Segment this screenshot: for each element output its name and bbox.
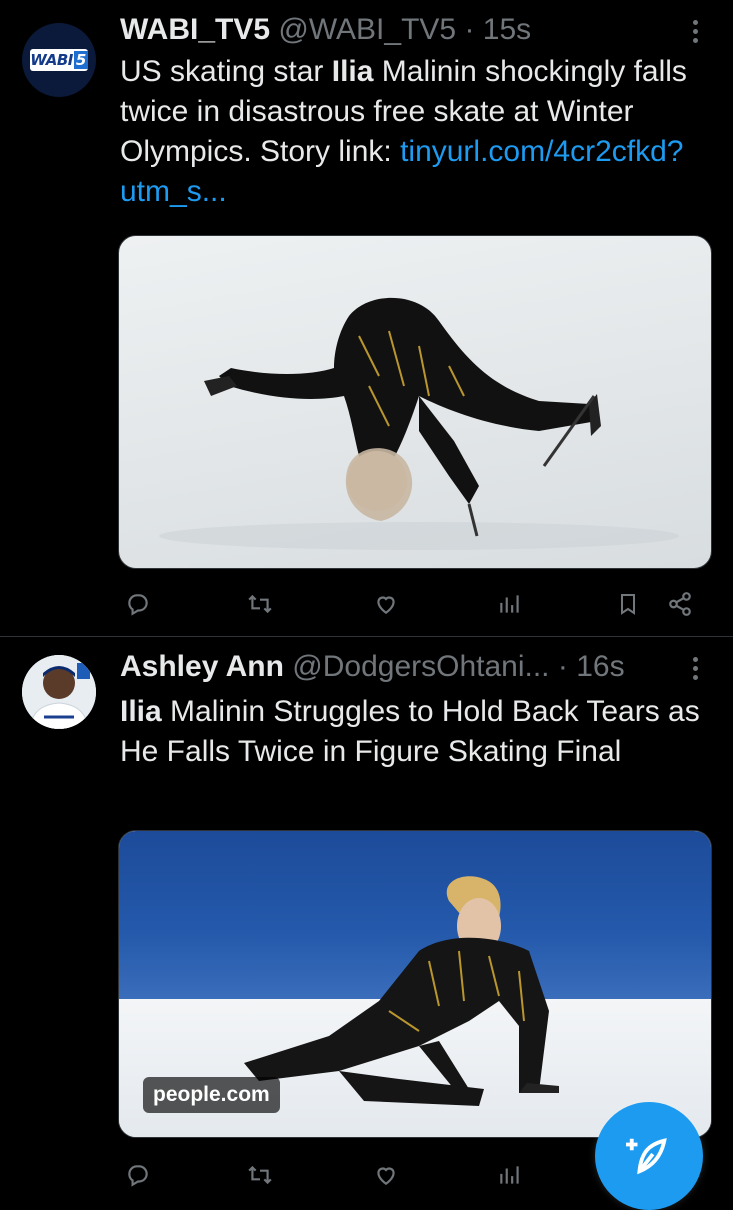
reply-icon[interactable] — [118, 584, 158, 624]
display-name[interactable]: WABI_TV5 — [120, 13, 270, 46]
tweet-text-bold: Ilia — [331, 55, 374, 88]
like-icon[interactable] — [366, 584, 406, 624]
retweet-icon[interactable] — [240, 1155, 280, 1195]
retweet-icon[interactable] — [240, 584, 280, 624]
more-options-icon[interactable] — [685, 16, 705, 46]
separator-dot: · — [464, 13, 475, 46]
tweet-actions — [118, 584, 703, 624]
timestamp[interactable]: 15s — [483, 13, 531, 46]
reply-icon[interactable] — [118, 1155, 158, 1195]
tweet-text-part: Malinin Struggles to Hold Back Tears as … — [120, 695, 700, 768]
wabi-logo: WABI 5 — [30, 49, 88, 71]
separator-dot: · — [557, 650, 568, 683]
views-icon[interactable] — [490, 1155, 530, 1195]
bookmark-icon[interactable] — [608, 584, 648, 624]
tweet-text: US skating star Ilia Malinin shockingly … — [120, 52, 703, 212]
tweet-header: Ashley Ann @DodgersOhtani... · 16s — [120, 647, 703, 687]
more-options-icon[interactable] — [685, 653, 705, 683]
media-source-badge: people.com — [143, 1077, 280, 1113]
compose-post-icon — [626, 1138, 667, 1175]
display-name[interactable]: Ashley Ann — [120, 650, 284, 683]
user-handle[interactable]: @WABI_TV5 — [278, 13, 456, 46]
views-icon[interactable] — [490, 584, 530, 624]
skater-fall-photo — [159, 297, 679, 550]
user-handle[interactable]: @DodgersOhtani... — [292, 650, 549, 683]
avatar[interactable]: WABI 5 — [22, 23, 96, 97]
tweet-text: Ilia Malinin Struggles to Hold Back Tear… — [120, 692, 703, 772]
tweet-header: WABI_TV5 @WABI_TV5 · 15s — [120, 10, 703, 50]
tweet-text-bold: Ilia — [120, 695, 162, 728]
tweet-text-part: US skating star — [120, 55, 332, 88]
avatar[interactable] — [22, 655, 96, 729]
tweet-image[interactable]: people.com — [118, 830, 712, 1138]
tweet-image[interactable] — [118, 235, 712, 569]
user-avatar-photo — [22, 655, 96, 729]
share-icon[interactable] — [660, 584, 700, 624]
timestamp[interactable]: 16s — [576, 650, 624, 683]
compose-post-button[interactable] — [595, 1102, 703, 1210]
tweet[interactable]: WABI 5 WABI_TV5 @WABI_TV5 · 15s US skatin… — [0, 0, 733, 637]
like-icon[interactable] — [366, 1155, 406, 1195]
